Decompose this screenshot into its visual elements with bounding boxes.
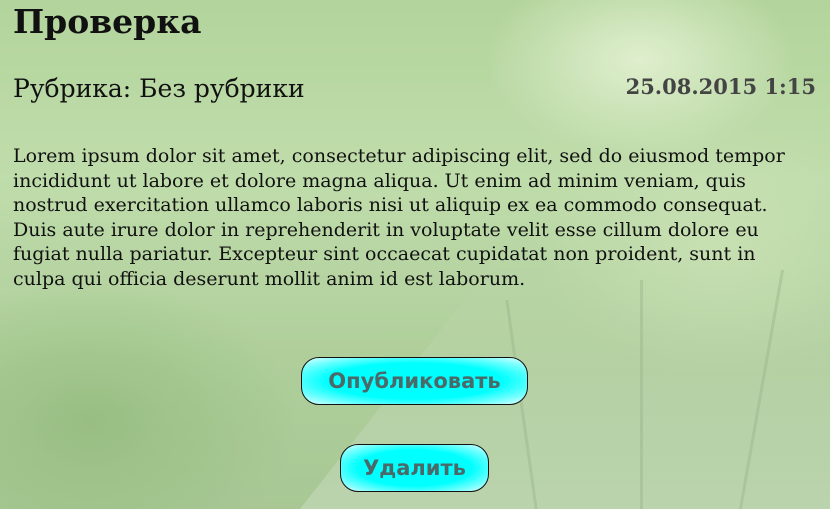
post-container: Проверка Рубрика: Без рубрики 25.08.2015… — [13, 0, 816, 291]
post-date: 25.08.2015 1:15 — [625, 74, 816, 99]
page-title: Проверка — [13, 2, 202, 41]
post-rubric: Рубрика: Без рубрики — [13, 74, 305, 103]
post-body: Lorem ipsum dolor sit amet, consectetur … — [13, 145, 785, 290]
delete-button[interactable]: Удалить — [340, 444, 489, 492]
post-meta: Рубрика: Без рубрики 25.08.2015 1:15 — [13, 72, 816, 112]
publish-button[interactable]: Опубликовать — [301, 357, 528, 405]
